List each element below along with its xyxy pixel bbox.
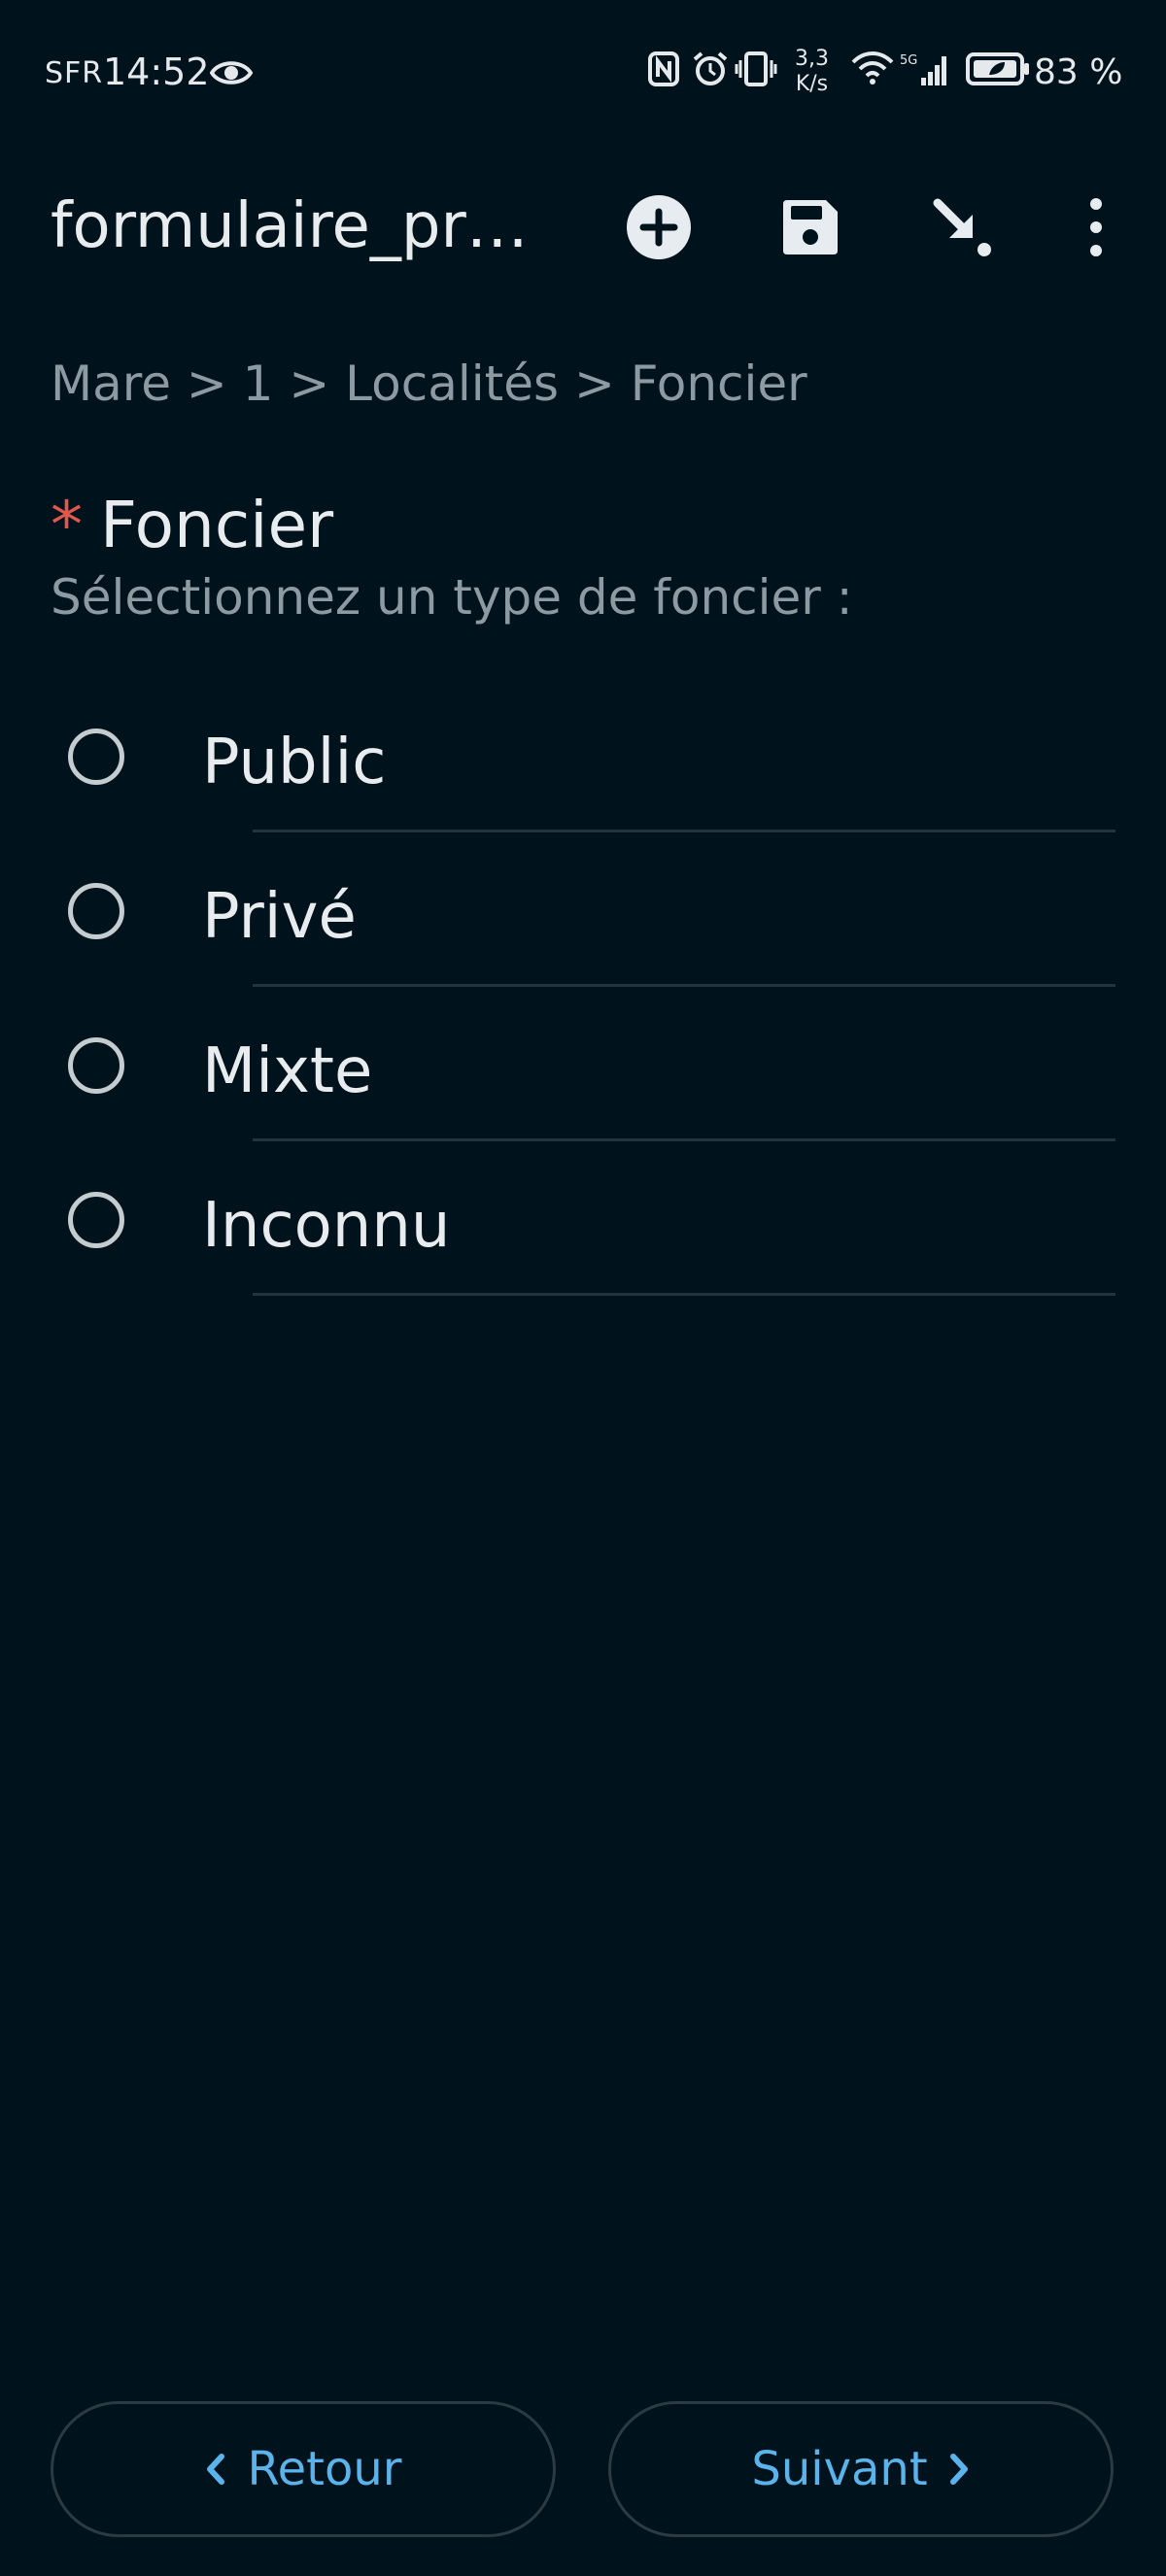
chevron-right-icon <box>949 2454 968 2485</box>
divider <box>253 830 1115 832</box>
required-marker: * <box>51 488 83 562</box>
signal-5g-icon: 5G <box>900 51 952 91</box>
vibrate-icon <box>735 51 777 91</box>
network-speed-unit: K/s <box>795 72 829 96</box>
network-speed-value: 3,3 <box>795 47 829 71</box>
next-button-label: Suivant <box>751 2442 928 2496</box>
radio-button[interactable] <box>68 729 124 785</box>
chevron-left-icon <box>207 2454 225 2485</box>
clock: 14:52 <box>103 51 210 93</box>
option-label: Inconnu <box>202 1190 451 1262</box>
app-bar: formulaire_pra... <box>0 148 1166 307</box>
battery-icon <box>966 51 1030 91</box>
question-label: * Foncier <box>51 488 333 562</box>
divider <box>253 1138 1115 1141</box>
radio-option-public[interactable]: Public <box>51 686 1115 839</box>
form-title: formulaire_pra... <box>51 190 546 262</box>
battery-percent: 83 % <box>1034 52 1123 92</box>
breadcrumb: Mare > 1 > Localités > Foncier <box>51 356 807 412</box>
add-circle-icon <box>627 195 691 259</box>
radio-option-prive[interactable]: Privé <box>51 840 1115 994</box>
question-hint: Sélectionnez un type de foncier : <box>51 569 853 626</box>
option-label: Public <box>202 727 387 798</box>
save-icon <box>783 200 838 254</box>
radio-button[interactable] <box>68 883 124 939</box>
alarm-icon <box>692 51 729 91</box>
radio-button[interactable] <box>68 1192 124 1248</box>
question-label-text: Foncier <box>100 488 334 562</box>
option-label: Mixte <box>202 1035 373 1107</box>
network-speed: 3,3 K/s <box>795 47 829 97</box>
send-icon <box>933 198 991 256</box>
more-options-button[interactable] <box>1055 186 1137 268</box>
svg-text:5G: 5G <box>900 53 917 68</box>
back-button-label: Retour <box>247 2442 402 2496</box>
radio-option-mixte[interactable]: Mixte <box>51 995 1115 1148</box>
next-button[interactable]: Suivant <box>608 2401 1114 2537</box>
option-label: Privé <box>202 881 357 953</box>
more-vert-icon <box>1090 198 1102 256</box>
radio-button[interactable] <box>68 1037 124 1094</box>
carrier-label: SFR <box>45 56 104 90</box>
radio-option-inconnu[interactable]: Inconnu <box>51 1149 1115 1303</box>
divider <box>253 984 1115 987</box>
send-form-button[interactable] <box>921 186 1003 268</box>
nfc-icon <box>647 51 680 91</box>
save-button[interactable] <box>770 186 851 268</box>
status-bar: SFR 14:52 3,3 K/s 5G 83 % <box>0 0 1166 148</box>
divider <box>253 1293 1115 1296</box>
eye-icon <box>209 56 254 93</box>
add-repeat-button[interactable] <box>618 186 700 268</box>
back-button[interactable]: Retour <box>51 2401 556 2537</box>
wifi-icon <box>851 51 894 89</box>
